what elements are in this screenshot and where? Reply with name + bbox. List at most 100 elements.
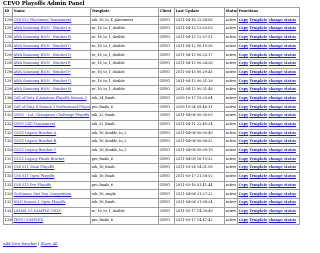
copy-link[interactable]: Copy bbox=[239, 148, 249, 152]
change-status-link[interactable]: change status bbox=[269, 18, 296, 22]
copy-link[interactable]: Copy bbox=[239, 61, 249, 65]
bracket-name-link[interactable]: CSCZ Legacy Bracket C bbox=[14, 148, 57, 152]
template-link[interactable]: Template bbox=[249, 148, 267, 152]
template-link[interactable]: Template bbox=[249, 113, 267, 118]
copy-link[interactable]: Copy bbox=[239, 131, 249, 135]
template-link[interactable]: Template bbox=[249, 200, 267, 204]
change-status-link[interactable]: change status bbox=[269, 122, 296, 126]
copy-link[interactable]: Copy bbox=[239, 105, 249, 109]
change-status-link[interactable]: change status bbox=[269, 165, 296, 170]
copy-link[interactable]: Copy bbox=[239, 70, 249, 74]
copy-link[interactable]: Copy bbox=[239, 87, 249, 92]
bracket-name-link[interactable]: AWA Samsung H&N - Bracket B bbox=[14, 35, 71, 39]
copy-link[interactable]: Copy bbox=[239, 192, 249, 196]
show-all-link[interactable]: Show All bbox=[41, 241, 58, 246]
add-new-bracket-link[interactable]: Add New Bracket bbox=[3, 241, 37, 246]
bracket-name-link[interactable]: CSCZ Legacy Bracket B bbox=[14, 139, 57, 144]
change-status-link[interactable]: change status bbox=[269, 96, 296, 100]
change-status-link[interactable]: change status bbox=[269, 87, 296, 92]
copy-link[interactable]: Copy bbox=[239, 183, 249, 187]
copy-link[interactable]: Copy bbox=[239, 79, 249, 83]
change-status-link[interactable]: change status bbox=[269, 53, 296, 57]
copy-link[interactable]: Copy bbox=[239, 18, 249, 22]
change-status-link[interactable]: change status bbox=[269, 192, 296, 196]
bracket-name-link[interactable]: H&N Season 1 Open Playoffs bbox=[14, 200, 66, 204]
template-link[interactable]: Template bbox=[249, 79, 267, 83]
change-status-link[interactable]: change status bbox=[269, 26, 296, 31]
copy-link[interactable]: Copy bbox=[239, 113, 249, 118]
template-link[interactable]: Template bbox=[249, 131, 267, 135]
bracket-name-link[interactable]: AWA Samsung H&N - Bracket G bbox=[14, 79, 71, 83]
bracket-name-link[interactable]: AWA Samsung H&N - Bracket F bbox=[14, 70, 71, 74]
change-status-link[interactable]: change status bbox=[269, 183, 296, 187]
bracket-name-link[interactable]: CSS S11 Pro Playoffs bbox=[14, 183, 52, 187]
copy-link[interactable]: Copy bbox=[239, 44, 249, 48]
template-link[interactable]: Template bbox=[249, 35, 267, 39]
bracket-name-link[interactable]: AWA Samsung H&N - Bracket H bbox=[14, 87, 72, 92]
change-status-link[interactable]: change status bbox=[269, 61, 296, 65]
cell-status: active bbox=[224, 163, 238, 174]
bracket-name-link[interactable]: CSS S11 Open Playoffs bbox=[14, 174, 55, 178]
copy-link[interactable]: Copy bbox=[239, 209, 249, 213]
template-link[interactable]: Template bbox=[249, 105, 267, 109]
template-link[interactable]: Template bbox=[249, 218, 267, 222]
change-status-link[interactable]: change status bbox=[269, 113, 296, 118]
change-status-link[interactable]: change status bbox=[269, 174, 296, 178]
bracket-name-link[interactable]: TEST COMPLEX bbox=[14, 218, 44, 222]
copy-link[interactable]: Copy bbox=[239, 157, 249, 161]
template-link[interactable]: Template bbox=[249, 165, 267, 170]
change-status-link[interactable]: change status bbox=[269, 148, 296, 152]
change-status-link[interactable]: change status bbox=[269, 44, 296, 48]
copy-link[interactable]: Copy bbox=[239, 26, 249, 31]
copy-link[interactable]: Copy bbox=[239, 218, 249, 222]
bracket-name-link[interactable]: AWA Samsung H&N - Bracket E bbox=[14, 61, 71, 65]
template-link[interactable]: Template bbox=[249, 209, 267, 213]
bracket-name-link[interactable]: CSCZ Legacy Finals Bracket bbox=[14, 157, 65, 161]
bracket-name-link[interactable]: GotGames One Day Competition bbox=[14, 192, 72, 196]
template-link[interactable]: Template bbox=[249, 53, 267, 57]
change-status-link[interactable]: change status bbox=[269, 79, 296, 83]
template-link[interactable]: Template bbox=[249, 18, 267, 22]
copy-link[interactable]: Copy bbox=[239, 174, 249, 178]
bracket-name-link[interactable]: CSCZ Legacy Bracket A bbox=[14, 131, 57, 135]
copy-link[interactable]: Copy bbox=[239, 122, 249, 126]
change-status-link[interactable]: change status bbox=[269, 200, 296, 204]
bracket-name-link[interactable]: AWA Samsung H&N - Bracket A bbox=[14, 26, 71, 31]
change-status-link[interactable]: change status bbox=[269, 70, 296, 74]
bracket-name-link[interactable]: CEVO L4D Tournament bbox=[14, 122, 56, 126]
copy-link[interactable]: Copy bbox=[239, 165, 249, 170]
bracket-name-link[interactable]: CSS S11 Main Playoffs bbox=[14, 165, 55, 170]
template-link[interactable]: Template bbox=[249, 70, 267, 74]
change-status-link[interactable]: change status bbox=[269, 105, 296, 109]
template-link[interactable]: Template bbox=[249, 61, 267, 65]
template-link[interactable]: Template bbox=[249, 183, 267, 187]
bracket-name-link[interactable]: AWA Samsung H&N - Bracket D bbox=[14, 53, 71, 57]
template-link[interactable]: Template bbox=[249, 157, 267, 161]
change-status-link[interactable]: change status bbox=[269, 209, 296, 213]
change-status-link[interactable]: change status bbox=[269, 131, 296, 135]
copy-link[interactable]: Copy bbox=[239, 139, 249, 144]
copy-link[interactable]: Copy bbox=[239, 200, 249, 204]
bracket-name-link[interactable]: AWA Samsung H&N - Bracket C bbox=[14, 44, 71, 48]
bracket-name-link[interactable]: CSS S12 Placement Tournament bbox=[14, 18, 72, 22]
template-link[interactable]: Template bbox=[249, 26, 267, 31]
copy-link[interactable]: Copy bbox=[239, 53, 249, 57]
template-link[interactable]: Template bbox=[249, 174, 267, 178]
bracket-name-link[interactable]: Call of Duty 4 Season 3 Professional Pla… bbox=[14, 105, 90, 109]
change-status-link[interactable]: change status bbox=[269, 218, 296, 222]
copy-link[interactable]: Copy bbox=[239, 35, 249, 39]
bracket-name-link[interactable]: Call of Duty 4 Amateur Playoffs Season 3 bbox=[14, 96, 87, 100]
template-link[interactable]: Template bbox=[249, 44, 267, 48]
bracket-name-link[interactable]: LATAM CS SAMPLE ONLY bbox=[14, 209, 61, 213]
cell-functions: CopyTemplatechange status bbox=[237, 163, 300, 174]
change-status-link[interactable]: change status bbox=[269, 157, 296, 161]
template-link[interactable]: Template bbox=[249, 96, 267, 100]
change-status-link[interactable]: change status bbox=[269, 139, 296, 144]
template-link[interactable]: Template bbox=[249, 122, 267, 126]
template-link[interactable]: Template bbox=[249, 192, 267, 196]
template-link[interactable]: Template bbox=[249, 139, 267, 144]
template-link[interactable]: Template bbox=[249, 87, 267, 92]
bracket-name-link[interactable]: CEVO - LoL Champions Challenge Playoffs bbox=[14, 113, 90, 118]
change-status-link[interactable]: change status bbox=[269, 35, 296, 39]
copy-link[interactable]: Copy bbox=[239, 96, 249, 100]
